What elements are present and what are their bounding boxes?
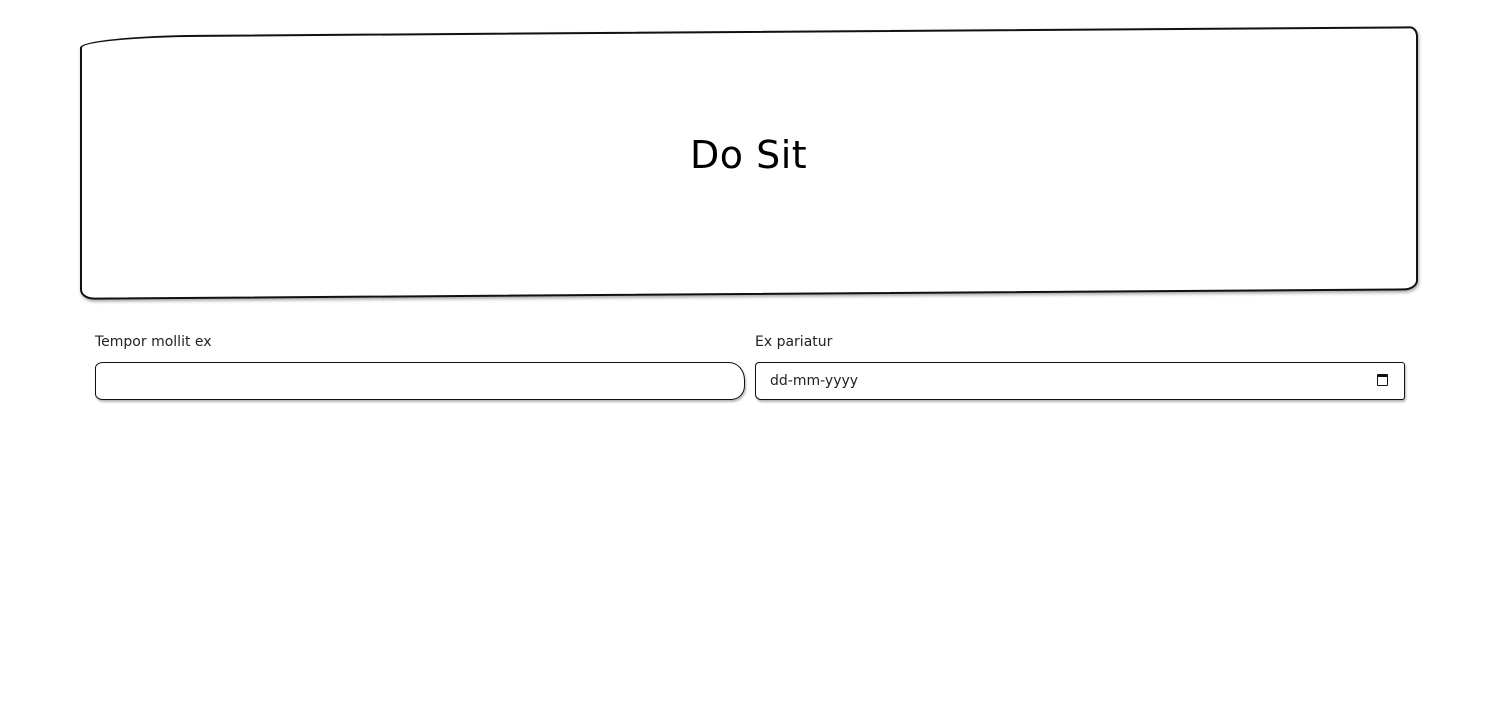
text-input[interactable]	[96, 363, 744, 399]
date-input[interactable]: dd-mm-yyyy	[755, 362, 1405, 400]
text-field-box[interactable]	[95, 362, 745, 400]
calendar-icon[interactable]	[1377, 374, 1388, 386]
date-placeholder: dd-mm-yyyy	[770, 373, 859, 389]
page-title: Do Sit	[690, 133, 808, 178]
page: Do Sit Tempor mollit ex Ex pariatur dd-m…	[0, 0, 1500, 720]
date-field-group: Ex pariatur dd-mm-yyyy	[755, 332, 1405, 400]
text-field-group: Tempor mollit ex	[95, 332, 745, 400]
text-field-label: Tempor mollit ex	[95, 334, 212, 350]
date-field-label: Ex pariatur	[755, 334, 833, 350]
header-card: Do Sit	[80, 26, 1418, 300]
